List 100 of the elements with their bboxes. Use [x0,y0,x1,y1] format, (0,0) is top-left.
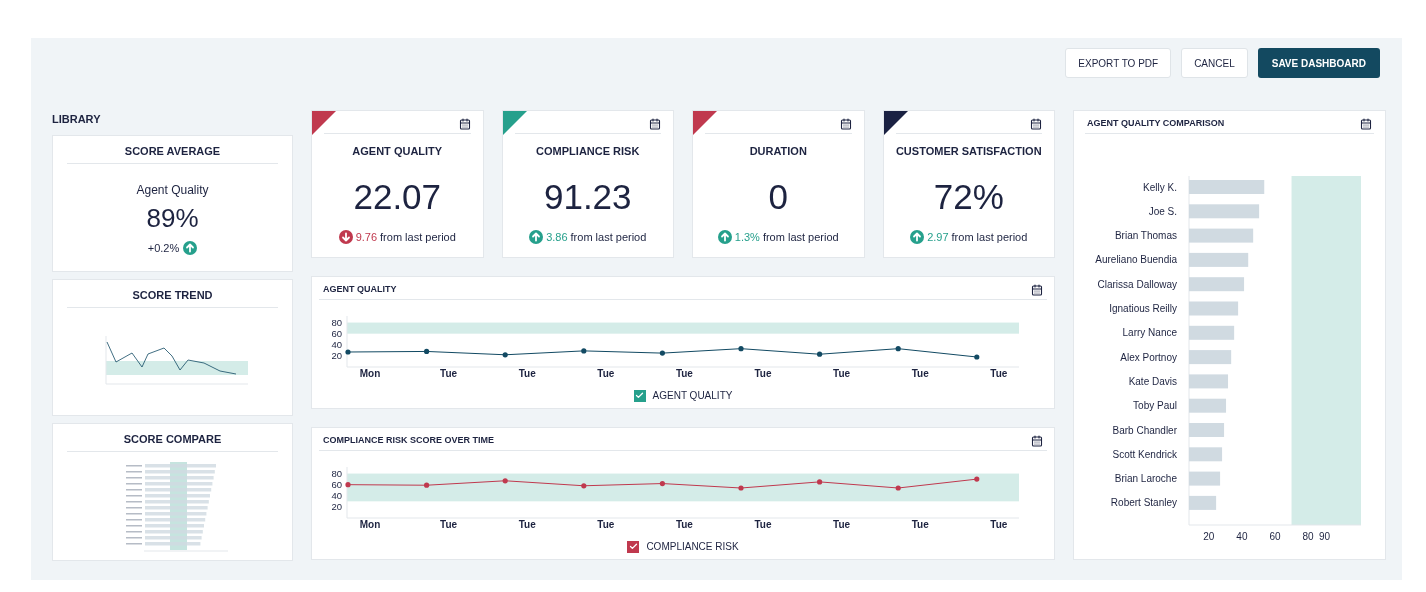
axis-label: Tue [518,519,536,530]
data-point [581,483,587,489]
change-label: from last period [380,229,456,245]
bar [1189,423,1225,437]
calendar-icon[interactable] [1030,118,1042,130]
change-label: from last period [951,229,1028,245]
axis-label: 60 [331,328,342,340]
axis-label: Tue [754,368,772,379]
axis-label: Tue [990,368,1008,379]
bar [1189,495,1217,510]
calendar-icon[interactable] [1031,284,1043,296]
toolbar-button[interactable]: EXPORT TO PDF [1065,48,1172,78]
score-average-card[interactable]: SCORE AVERAGE Agent Quality 89% +0.2% [52,135,293,272]
legend-label: COMPLIANCE RISK [646,540,739,554]
bar [1189,471,1221,486]
axis-label: 40 [331,339,342,351]
bar [1189,204,1260,219]
card-title: DURATION [705,133,852,160]
calendar-icon[interactable] [1031,435,1043,447]
data-point [659,350,665,356]
data-point [581,348,587,354]
axis-label: 40 [1236,531,1248,542]
toolbar-button[interactable]: CANCEL [1181,48,1248,78]
data-point [974,354,980,360]
axis-label: Tue [597,519,615,530]
axis-label: 20 [1203,531,1215,542]
axis-label: Tue [911,519,929,530]
kpi-card[interactable]: COMPLIANCE RISK 91.23 3.86 from last period [501,110,674,258]
metric-value: 89% [146,201,199,234]
axis-label: Tue [675,519,693,530]
kpi-card[interactable]: CUSTOMER SATISFACTION 72% 2.97 from last period [882,110,1055,258]
calendar-icon[interactable] [839,118,852,130]
agent-name: Ignatious Reilly [1109,303,1177,314]
data-point [502,478,508,484]
axis-label: 80 [1302,531,1314,542]
agent-name: Brian Thomas [1114,230,1177,242]
axis-label: 80 [331,317,342,329]
agent-name: Alex Portnoy [1120,351,1177,363]
axis-label: Tue [597,368,615,379]
data-point [817,351,823,357]
kpi-card[interactable]: DURATION 0 1.3% from last period [692,110,865,258]
save-button[interactable]: SAVE DASHBOARD [1257,48,1380,78]
bar [1189,374,1229,389]
axis-label: Tue [440,368,458,379]
axis-label: Tue [754,519,772,530]
axis-label: Tue [518,368,536,379]
card-title: AGENT QUALITY [324,133,471,160]
score-compare-card[interactable]: SCORE COMPARE [52,423,293,561]
axis-label: Mon [359,368,381,379]
agent-name: Larry Nance [1122,327,1177,339]
kpi-value: 0 [768,176,788,217]
data-point [738,485,744,491]
card-title: SCORE AVERAGE [67,143,278,164]
data-point [895,485,901,491]
axis-label: 90 [1319,531,1331,542]
bar [1189,301,1239,316]
calendar-icon[interactable] [1360,118,1372,130]
agent-name: Scott Kendrick [1112,448,1177,460]
change-value: 2.97 [927,229,949,245]
agent-name: Aureliano Buendia [1095,254,1177,266]
kpi-card[interactable]: AGENT QUALITY 22.07 9.76 from last period [311,110,484,258]
axis-label: Tue [990,519,1008,530]
agent-name: Clarissa Dalloway [1097,278,1177,290]
axis-label: 60 [331,479,342,491]
card-title: CUSTOMER SATISFACTION [895,133,1042,160]
axis-label: 40 [331,490,342,502]
bar [1189,350,1232,365]
data-point [345,349,351,355]
metric-name: Agent Quality [136,181,209,199]
axis-label: 20 [331,501,342,513]
data-point [659,480,665,487]
agent-name: Joe S. [1148,205,1177,217]
legend-checkbox[interactable] [627,540,640,553]
calendar-icon[interactable] [649,118,661,130]
data-point [424,482,430,488]
change-label: from last period [570,229,647,245]
data-point [424,348,430,355]
axis-label: Tue [911,368,929,379]
change-value: 3.86 [546,229,568,245]
axis-label: Tue [440,519,458,530]
change-value: 1.3% [734,229,760,245]
agent-name: Toby Paul [1133,400,1177,412]
bar [1189,277,1245,292]
card-title: COMPLIANCE RISK [514,133,661,160]
data-point [345,482,351,488]
legend-checkbox[interactable] [633,389,646,402]
change-value: 9.76 [355,229,378,245]
card-title: COMPLIANCE RISK SCORE OVER TIME [323,434,494,448]
data-point [502,352,508,358]
kpi-value: 91.23 [543,176,632,217]
axis-label: 20 [331,350,342,362]
data-point [817,479,823,485]
bar [1189,252,1249,267]
calendar-icon[interactable] [458,118,471,130]
kpi-value: 22.07 [353,176,442,217]
axis-label: Mon [359,519,381,530]
score-trend-card[interactable]: SCORE TREND [52,279,293,416]
axis-label: 80 [331,468,342,480]
axis-label: 60 [1269,531,1281,542]
agent-name: Robert Stanley [1110,497,1177,509]
